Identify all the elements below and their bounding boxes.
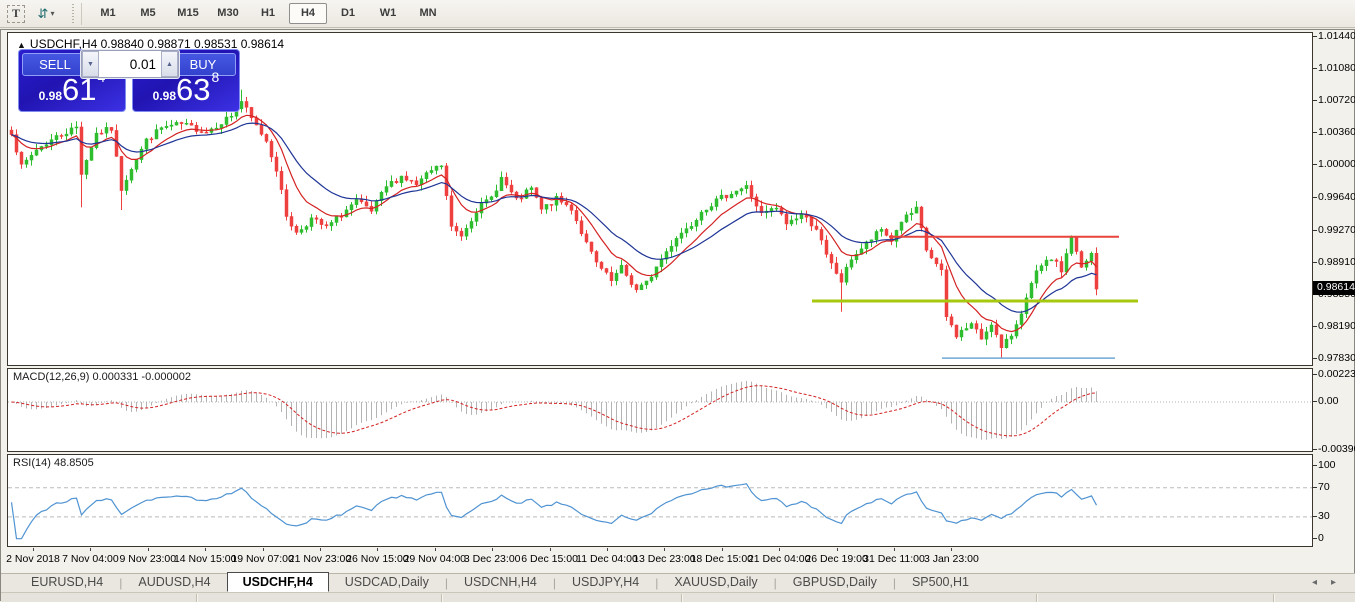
time-tick [90,548,91,551]
rsi-panel[interactable]: RSI(14) 48.8505 [7,454,1313,547]
time-axis-label: 11 Dec 04:00 [576,553,638,565]
timeframe-button-m1[interactable]: M1 [89,3,127,24]
price-axis-label: 1.00720 [1318,94,1355,106]
time-tick [607,548,608,551]
macd-axis-label: 0.002239 [1318,368,1355,380]
volume-box: ▼ ▲ [81,50,179,78]
volume-increase-button[interactable]: ▲ [161,51,178,77]
timeframe-button-group: M1M5M15M30H1H4D1W1MN [88,3,448,24]
time-axis-label: 9 Nov 23:00 [119,553,176,565]
chart-tab-usdchf[interactable]: USDCHF,H4 [227,572,329,592]
chart-tab-audusd[interactable]: AUDUSD,H4 [122,572,226,592]
time-axis-label: 3 Jan 23:00 [924,553,979,565]
time-axis-label: 21 Dec 04:00 [748,553,810,565]
time-tick [894,548,895,551]
timeframe-button-m30[interactable]: M30 [209,3,247,24]
top-toolbar: T ⇵ ▾ M1M5M15M30H1H4D1W1MN [0,0,1355,28]
price-axis-label: 0.97830 [1318,352,1355,364]
timeframe-button-mn[interactable]: MN [409,3,447,24]
chart-tab-gbpusd[interactable]: GBPUSD,Daily [777,572,893,592]
chart-tab-bar: EURUSD,H4|AUDUSD,H4USDCHF,H4USDCAD,Daily… [1,573,1355,592]
rsi-axis-label: 70 [1318,481,1330,493]
time-axis-label: 13 Dec 23:00 [633,553,695,565]
volume-decrease-button[interactable]: ▼ [82,51,99,77]
dropdown-caret-icon: ▾ [50,9,54,18]
time-axis-label: 2 Nov 2018 [6,553,60,565]
timeframe-button-m5[interactable]: M5 [129,3,167,24]
timeframe-button-h1[interactable]: H1 [249,3,287,24]
time-axis-label: 26 Dec 19:00 [805,553,867,565]
price-axis-label: 0.99640 [1318,191,1355,203]
timeframe-button-m15[interactable]: M15 [169,3,207,24]
time-tick [664,548,665,551]
one-click-trade-widget: SELL 0.98614 BUY 0.98638 ▼ ▲ [18,49,240,112]
time-tick [951,548,952,551]
time-axis-label: 6 Dec 15:00 [521,553,578,565]
sell-price-prefix: 0.98 [39,89,62,103]
time-tick [377,548,378,551]
buy-price-big: 63 [176,72,210,107]
time-tick [722,548,723,551]
arrange-arrows-icon: ⇵ [38,7,49,20]
toolbar-drag-handle [72,4,76,24]
time-axis-label: 19 Nov 07:00 [231,553,293,565]
time-tick [779,548,780,551]
volume-input[interactable] [99,51,161,77]
time-axis-label: 14 Nov 15:00 [174,553,236,565]
chart-tab-usdjpy[interactable]: USDJPY,H4 [556,572,655,592]
price-axis-label: 1.00000 [1318,158,1355,170]
rsi-label: RSI(14) 48.8505 [13,457,94,469]
macd-axis-label: 0.00 [1318,395,1338,407]
time-axis-label: 7 Nov 04:00 [62,553,119,565]
rsi-axis-label: 0 [1318,532,1324,544]
rsi-axis-label: 100 [1318,459,1336,471]
time-tick [492,548,493,551]
time-axis-label: 3 Dec 23:00 [464,553,521,565]
price-chart-panel[interactable]: ▲USDCHF,H4 0.98840 0.98871 0.98531 0.986… [7,32,1313,366]
time-axis-label: 31 Dec 11:00 [863,553,925,565]
buy-price-prefix: 0.98 [153,89,176,103]
timeframe-button-h4[interactable]: H4 [289,3,327,24]
price-axis-label: 0.98190 [1318,320,1355,332]
text-tool-button[interactable]: T [5,4,27,24]
rsi-chart [8,455,1312,546]
time-axis-label: 26 Nov 15:00 [346,553,408,565]
buy-price-pip: 8 [212,69,220,85]
time-axis-label: 29 Nov 04:00 [404,553,466,565]
macd-axis-label: -0.003901 [1318,443,1355,455]
price-axis-label: 1.00360 [1318,126,1355,138]
chart-tab-usdcnh[interactable]: USDCNH,H4 [448,572,553,592]
tab-scroll-arrows[interactable]: ◂▸ [1312,577,1350,588]
price-axis-label: 1.01440 [1318,30,1355,42]
time-tick [205,548,206,551]
current-price-badge: 0.98614 [1313,281,1355,295]
time-tick [320,548,321,551]
chart-tab-eurusd[interactable]: EURUSD,H4 [15,572,119,592]
macd-chart [8,369,1312,451]
timeframe-button-d1[interactable]: D1 [329,3,367,24]
timeframe-button-w1[interactable]: W1 [369,3,407,24]
chart-tab-usdcad[interactable]: USDCAD,Daily [329,572,445,592]
price-axis-label: 1.01080 [1318,62,1355,74]
time-axis-label: 18 Dec 15:00 [691,553,753,565]
time-tick [837,548,838,551]
text-tool-icon: T [7,5,25,23]
toolbar-separator [81,3,82,25]
time-tick [550,548,551,551]
rsi-axis-label: 30 [1318,510,1330,522]
time-tick [33,548,34,551]
time-tick [435,548,436,551]
price-axis-label: 0.98910 [1318,256,1355,268]
chart-tab-xauusd[interactable]: XAUUSD,Daily [658,572,773,592]
time-tick [148,548,149,551]
macd-label: MACD(12,26,9) 0.000331 -0.000002 [13,371,191,383]
time-tick [263,548,264,551]
time-axis[interactable]: 2 Nov 20187 Nov 04:009 Nov 23:0014 Nov 1… [7,548,1313,572]
price-axis-label: 0.99270 [1318,224,1355,236]
time-axis-label: 21 Nov 23:00 [289,553,351,565]
chart-window: ▲USDCHF,H4 0.98840 0.98871 0.98531 0.986… [0,29,1355,601]
chart-tab-sp500[interactable]: SP500,H1 [896,572,985,592]
arrange-windows-button[interactable]: ⇵ ▾ [29,4,63,24]
macd-panel[interactable]: MACD(12,26,9) 0.000331 -0.000002 [7,368,1313,452]
